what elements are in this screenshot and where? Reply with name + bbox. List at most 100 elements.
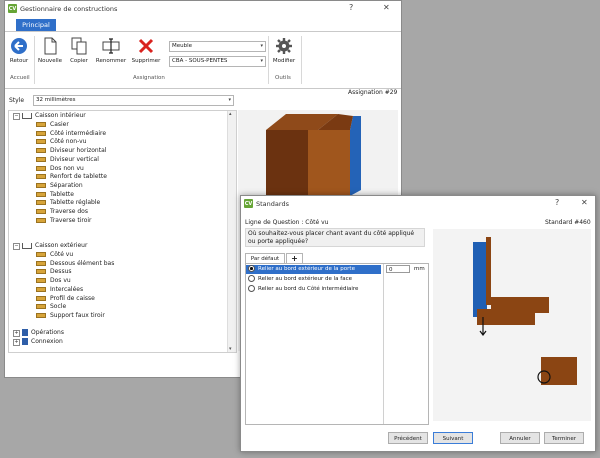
dialog-title: Standards [256, 199, 289, 208]
tree-item[interactable]: Diviseur vertical [36, 156, 99, 165]
dialog-close-button[interactable]: ✕ [581, 198, 588, 207]
tree-item[interactable]: Casier [36, 121, 69, 130]
copier-button[interactable]: Copier [67, 37, 91, 64]
renommer-label: Renommer [95, 58, 127, 64]
tree-node-label: Caisson extérieur [35, 242, 88, 249]
component-icon [36, 148, 46, 154]
tree-node-label: Opérations [31, 329, 64, 336]
ribbon-separator [34, 36, 35, 84]
ribbon-separator [268, 36, 269, 84]
tree-item[interactable]: Tablette [36, 191, 74, 200]
new-document-icon [41, 37, 59, 55]
tree-item-label: Dos vu [50, 277, 71, 285]
tree-item[interactable]: Diviseur horizontal [36, 147, 106, 156]
tree-item[interactable]: Côté intermédiaire [36, 130, 106, 139]
radio-unselected[interactable] [248, 275, 255, 282]
chevron-down-icon: ▾ [260, 43, 263, 49]
nouvelle-button[interactable]: Nouvelle [37, 37, 63, 64]
component-icon [36, 139, 46, 145]
gear-icon [275, 37, 293, 55]
modifier-button[interactable]: Modifier [271, 37, 297, 64]
component-icon [36, 130, 46, 136]
tree-item[interactable]: Dos non vu [36, 165, 84, 174]
question-line-label: Ligne de Question : Côté vu [245, 219, 329, 226]
back-arrow-icon [10, 37, 28, 55]
construction-combo[interactable]: CBA - SOUS-PENTES ▾ [169, 56, 266, 67]
style-combo[interactable]: 32 millimètres ▾ [33, 95, 234, 106]
terminer-button[interactable]: Terminer [544, 432, 584, 444]
expand-icon[interactable]: + [13, 330, 20, 337]
option-row-face[interactable]: Relier au bord extérieur de la face [246, 275, 381, 284]
tree-item[interactable]: Tablette réglable [36, 199, 100, 208]
tree-node-caisson-interieur[interactable]: − Caisson intérieur [13, 112, 86, 121]
operations-icon [22, 329, 28, 336]
component-icon [36, 156, 46, 162]
option-row-porte[interactable]: Relier au bord extérieur de la porte [246, 265, 381, 274]
connexion-icon [22, 338, 28, 345]
tree-item[interactable]: Renfort de tablette [36, 173, 107, 182]
tree-item-label: Intercalées [50, 285, 84, 293]
standards-dialog: CV Standards ? ✕ Ligne de Question : Côt… [240, 195, 596, 452]
component-icon [36, 217, 46, 223]
distance-input[interactable]: 0 [386, 265, 410, 273]
option-row-cote[interactable]: Relier au bord du Côté intermédiaire [246, 285, 381, 294]
scroll-down-icon[interactable]: ▾ [229, 346, 232, 352]
retour-button[interactable]: Retour [8, 37, 30, 64]
collapse-icon[interactable]: − [13, 113, 20, 120]
tree-item-label: Diviseur horizontal [50, 147, 107, 155]
tree-item[interactable]: Support faux tiroir [36, 312, 105, 321]
tree-item[interactable]: Séparation [36, 182, 83, 191]
folder-icon [22, 112, 32, 119]
tree-node-connexion[interactable]: + Connexion [13, 338, 63, 347]
tree-item[interactable]: Intercalées [36, 286, 83, 295]
assignation-number: Assignation #29 [348, 89, 398, 96]
collapse-icon[interactable]: − [13, 243, 20, 250]
tree-item[interactable]: Profil de caisse [36, 295, 95, 304]
group-accueil-label: Accueil [10, 75, 30, 81]
tree-item-label: Tablette réglable [50, 199, 101, 207]
tree-item[interactable]: Côté non-vu [36, 138, 86, 147]
annuler-button[interactable]: Annuler [500, 432, 540, 444]
tree-item-label: Profil de caisse [50, 294, 95, 302]
style-label: Style [9, 97, 25, 104]
main-titlebar: CV Gestionnaire de constructions ? ✕ [5, 1, 401, 16]
tree-item-label: Socle [50, 303, 67, 311]
tree-item[interactable]: Traverse tiroir [36, 217, 92, 226]
app-logo-icon: CV [244, 199, 253, 208]
tree-item-label: Renfort de tablette [50, 173, 107, 181]
option-label: Relier au bord du Côté intermédiaire [258, 286, 359, 292]
tree-item-label: Casier [50, 121, 69, 128]
category-combo[interactable]: Meuble ▾ [169, 41, 266, 52]
delete-x-icon [137, 37, 155, 55]
suivant-button[interactable]: Suivant [433, 432, 473, 444]
group-assignation-label: Assignation [133, 75, 165, 81]
tab-principal[interactable]: Principal [16, 19, 56, 31]
tree-item-label: Traverse dos [50, 208, 88, 215]
tree-node-operations[interactable]: + Opérations [13, 329, 64, 338]
tree-scrollbar[interactable]: ▴ ▾ [227, 111, 236, 352]
radio-unselected[interactable] [248, 285, 255, 292]
tree-item[interactable]: Socle [36, 303, 66, 312]
tree-item[interactable]: Dessus [36, 268, 72, 277]
tree-item-label: Dessous élément bas [50, 259, 115, 267]
component-icon [36, 295, 46, 301]
component-icon [36, 165, 46, 171]
tree-node-caisson-exterieur[interactable]: − Caisson extérieur [13, 242, 87, 251]
tree-item-label: Dessus [50, 268, 72, 276]
radio-selected[interactable] [248, 265, 255, 272]
supprimer-button[interactable]: Supprimer [129, 37, 163, 64]
tree-item[interactable]: Dessous élément bas [36, 260, 114, 269]
dialog-titlebar: CV Standards ? ✕ [241, 196, 595, 211]
tree-item[interactable]: Côté vu [36, 251, 73, 260]
precedent-button[interactable]: Précédent [388, 432, 428, 444]
component-icon [36, 174, 46, 180]
scroll-up-icon[interactable]: ▴ [229, 111, 232, 117]
dialog-help-button[interactable]: ? [555, 198, 559, 207]
help-button[interactable]: ? [349, 3, 353, 12]
tree-item[interactable]: Dos vu [36, 277, 71, 286]
close-button[interactable]: ✕ [383, 3, 390, 12]
renommer-button[interactable]: Renommer [94, 37, 128, 64]
expand-icon[interactable]: + [13, 339, 20, 346]
tree-item[interactable]: Traverse dos [36, 208, 88, 217]
modifier-label: Modifier [272, 58, 296, 64]
